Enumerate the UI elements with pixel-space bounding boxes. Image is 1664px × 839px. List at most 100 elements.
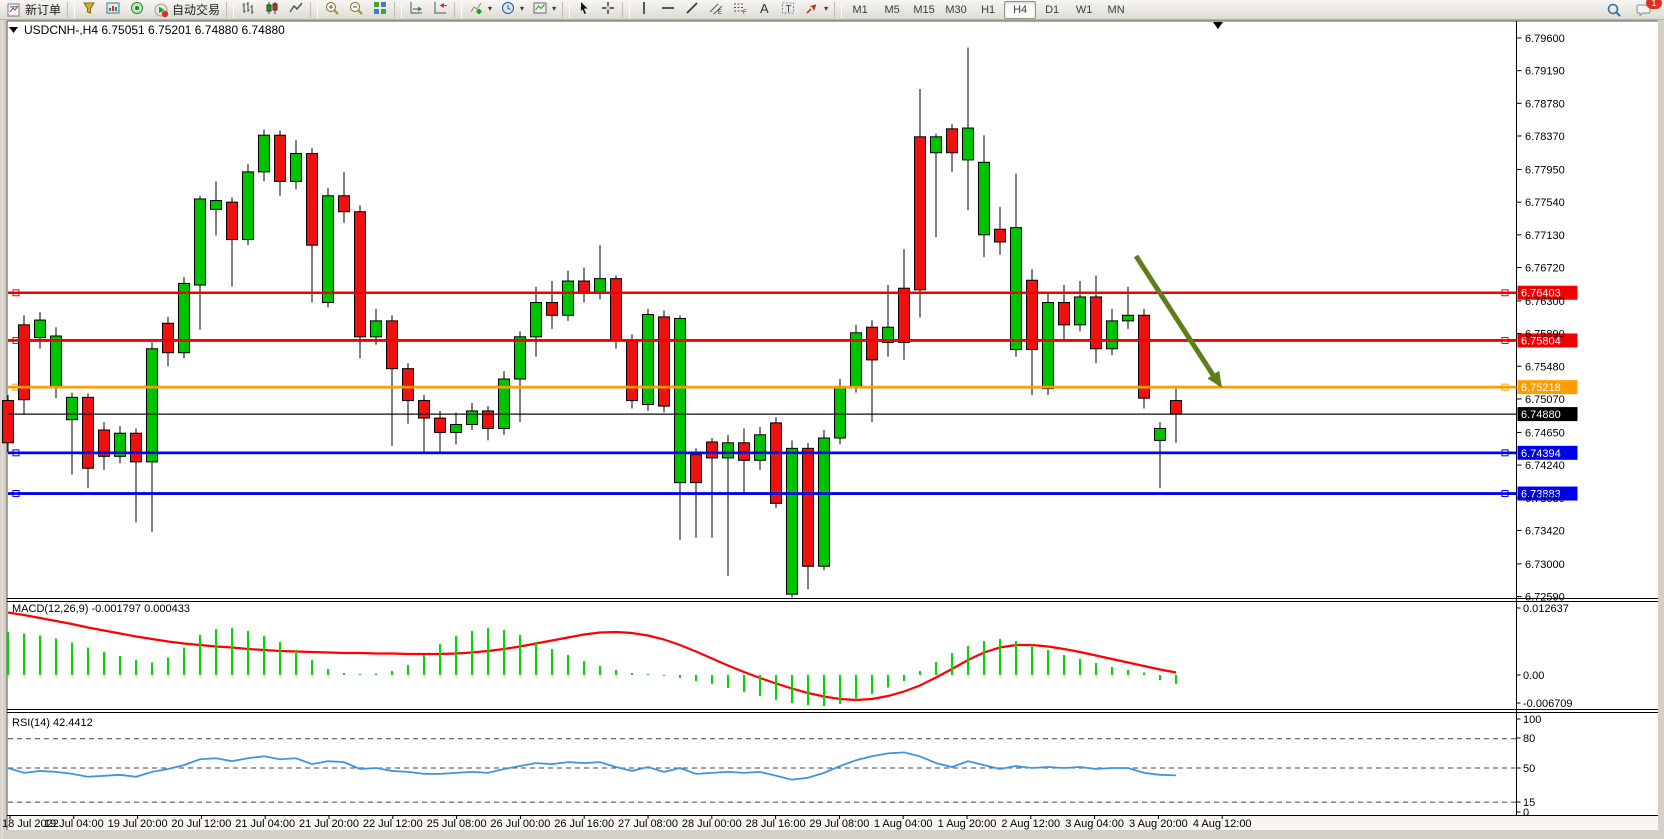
chevron-down-icon: ▾ (552, 4, 556, 13)
candle (483, 411, 494, 429)
fibonacci-icon: F (732, 0, 748, 16)
zoom-in-button[interactable] (320, 0, 344, 18)
candle (243, 172, 254, 240)
timeframe-button-w1[interactable]: W1 (1068, 1, 1100, 19)
candle (419, 401, 430, 419)
toolbar-group-scroll (404, 0, 452, 21)
timeframe-button-d1[interactable]: D1 (1036, 1, 1068, 19)
bar-chart-button[interactable] (236, 0, 260, 18)
svg-text:T: T (786, 4, 792, 15)
time-axis-label: 1 Aug 04:00 (874, 818, 933, 830)
candle (291, 154, 302, 182)
candle (627, 341, 638, 401)
candle (771, 423, 782, 503)
autotrade-button[interactable]: 自动交易 (149, 0, 224, 20)
templates-button[interactable]: ▾ (528, 0, 560, 18)
time-axis-label: 2 Aug 12:00 (1001, 818, 1060, 830)
candle (547, 303, 558, 316)
candle (1139, 315, 1150, 398)
timeframe-button-m30[interactable]: M30 (940, 1, 972, 19)
notifications-button[interactable]: 1 (1632, 0, 1656, 20)
time-axis-label: 28 Jul 16:00 (746, 818, 806, 830)
time-axis-label: 22 Jul 12:00 (363, 818, 423, 830)
toolbar-group-indicators: ▾▾▾ (464, 0, 560, 21)
candle (259, 135, 270, 172)
vertical-line-button[interactable] (632, 0, 656, 18)
time-axis-label: 3 Aug 04:00 (1065, 818, 1124, 830)
periods-icon (500, 0, 516, 16)
arrows-button[interactable]: ▾ (800, 0, 832, 18)
candlestick-chart-button[interactable] (260, 0, 284, 18)
candle (371, 321, 382, 337)
cursor-button[interactable] (572, 0, 596, 18)
chart-shift-button[interactable] (428, 0, 452, 18)
auto-scroll-button[interactable] (404, 0, 428, 18)
candle (563, 281, 574, 315)
candle (1123, 315, 1134, 321)
candle (515, 337, 526, 379)
indicators-icon (468, 0, 484, 16)
templates-icon (532, 0, 548, 16)
candle (691, 455, 702, 483)
toolbar-separator (834, 2, 842, 18)
new-order-label: 新订单 (25, 1, 61, 18)
candle (163, 323, 174, 352)
channel-button[interactable]: E (704, 0, 728, 18)
market-watch-button[interactable] (101, 0, 125, 18)
price-axis-label: 6.74650 (1525, 427, 1565, 439)
chart-symbol-title[interactable]: USDCNH-,H4 6.75051 6.75201 6.74880 6.748… (24, 23, 285, 37)
timeframe-button-m15[interactable]: M15 (908, 1, 940, 19)
horizontal-line-button[interactable] (656, 0, 680, 18)
zoom-out-icon (348, 0, 364, 16)
candle (403, 369, 414, 401)
line-chart-button[interactable] (284, 0, 308, 18)
candle (227, 202, 238, 239)
funnel-icon (81, 0, 97, 16)
periods-button[interactable]: ▾ (496, 0, 528, 18)
timeframe-button-h4[interactable]: H4 (1004, 1, 1036, 19)
cursor-icon (576, 0, 592, 16)
navigator-icon (129, 0, 145, 16)
trendline-button[interactable] (680, 0, 704, 18)
new-order-button[interactable]: 新订单 (2, 0, 65, 20)
time-axis-label: 21 Jul 20:00 (299, 818, 359, 830)
price-axis-label: 6.73420 (1525, 525, 1565, 537)
text-icon: A (756, 0, 772, 16)
toolbar-group-cursor (572, 0, 620, 21)
text-button[interactable]: A (752, 0, 776, 18)
autotrade-label: 自动交易 (172, 1, 220, 18)
fibonacci-button[interactable]: F (728, 0, 752, 18)
svg-text:6.74394: 6.74394 (1521, 448, 1561, 460)
zoom-out-button[interactable] (344, 0, 368, 18)
candle (611, 279, 622, 341)
new-order-icon (6, 2, 22, 18)
channel-icon: E (708, 0, 724, 16)
candle (867, 327, 878, 360)
text-label-button[interactable]: T (776, 0, 800, 18)
timeframe-button-mn[interactable]: MN (1100, 1, 1132, 19)
search-button[interactable] (1602, 0, 1626, 20)
toolbar-separator (394, 2, 402, 18)
crosshair-icon (600, 0, 616, 16)
price-axis-label: 6.75890 (1525, 329, 1565, 341)
timeframe-button-h1[interactable]: H1 (972, 1, 1004, 19)
candle (355, 212, 366, 337)
candle (707, 442, 718, 458)
timeframe-button-m5[interactable]: M5 (876, 1, 908, 19)
svg-text:E: E (718, 10, 722, 16)
price-axis-label: 6.77130 (1525, 230, 1565, 242)
candle (467, 411, 478, 425)
timeframe-button-m1[interactable]: M1 (844, 1, 876, 19)
chart-window[interactable]: 6.764036.758046.752186.743946.738836.748… (0, 20, 1664, 839)
navigator-button[interactable] (125, 0, 149, 18)
price-axis-label: 6.73830 (1525, 493, 1565, 505)
crosshair-button[interactable] (596, 0, 620, 18)
indicators-button[interactable]: ▾ (464, 0, 496, 18)
price-axis-label: 6.76300 (1525, 296, 1565, 308)
funnel-button[interactable] (77, 0, 101, 18)
time-axis-label: 27 Jul 08:00 (618, 818, 678, 830)
candle (947, 129, 958, 153)
chart-canvas[interactable]: 6.764036.758046.752186.743946.738836.748… (0, 20, 1664, 839)
candle (1027, 280, 1038, 349)
tile-windows-button[interactable] (368, 0, 392, 18)
